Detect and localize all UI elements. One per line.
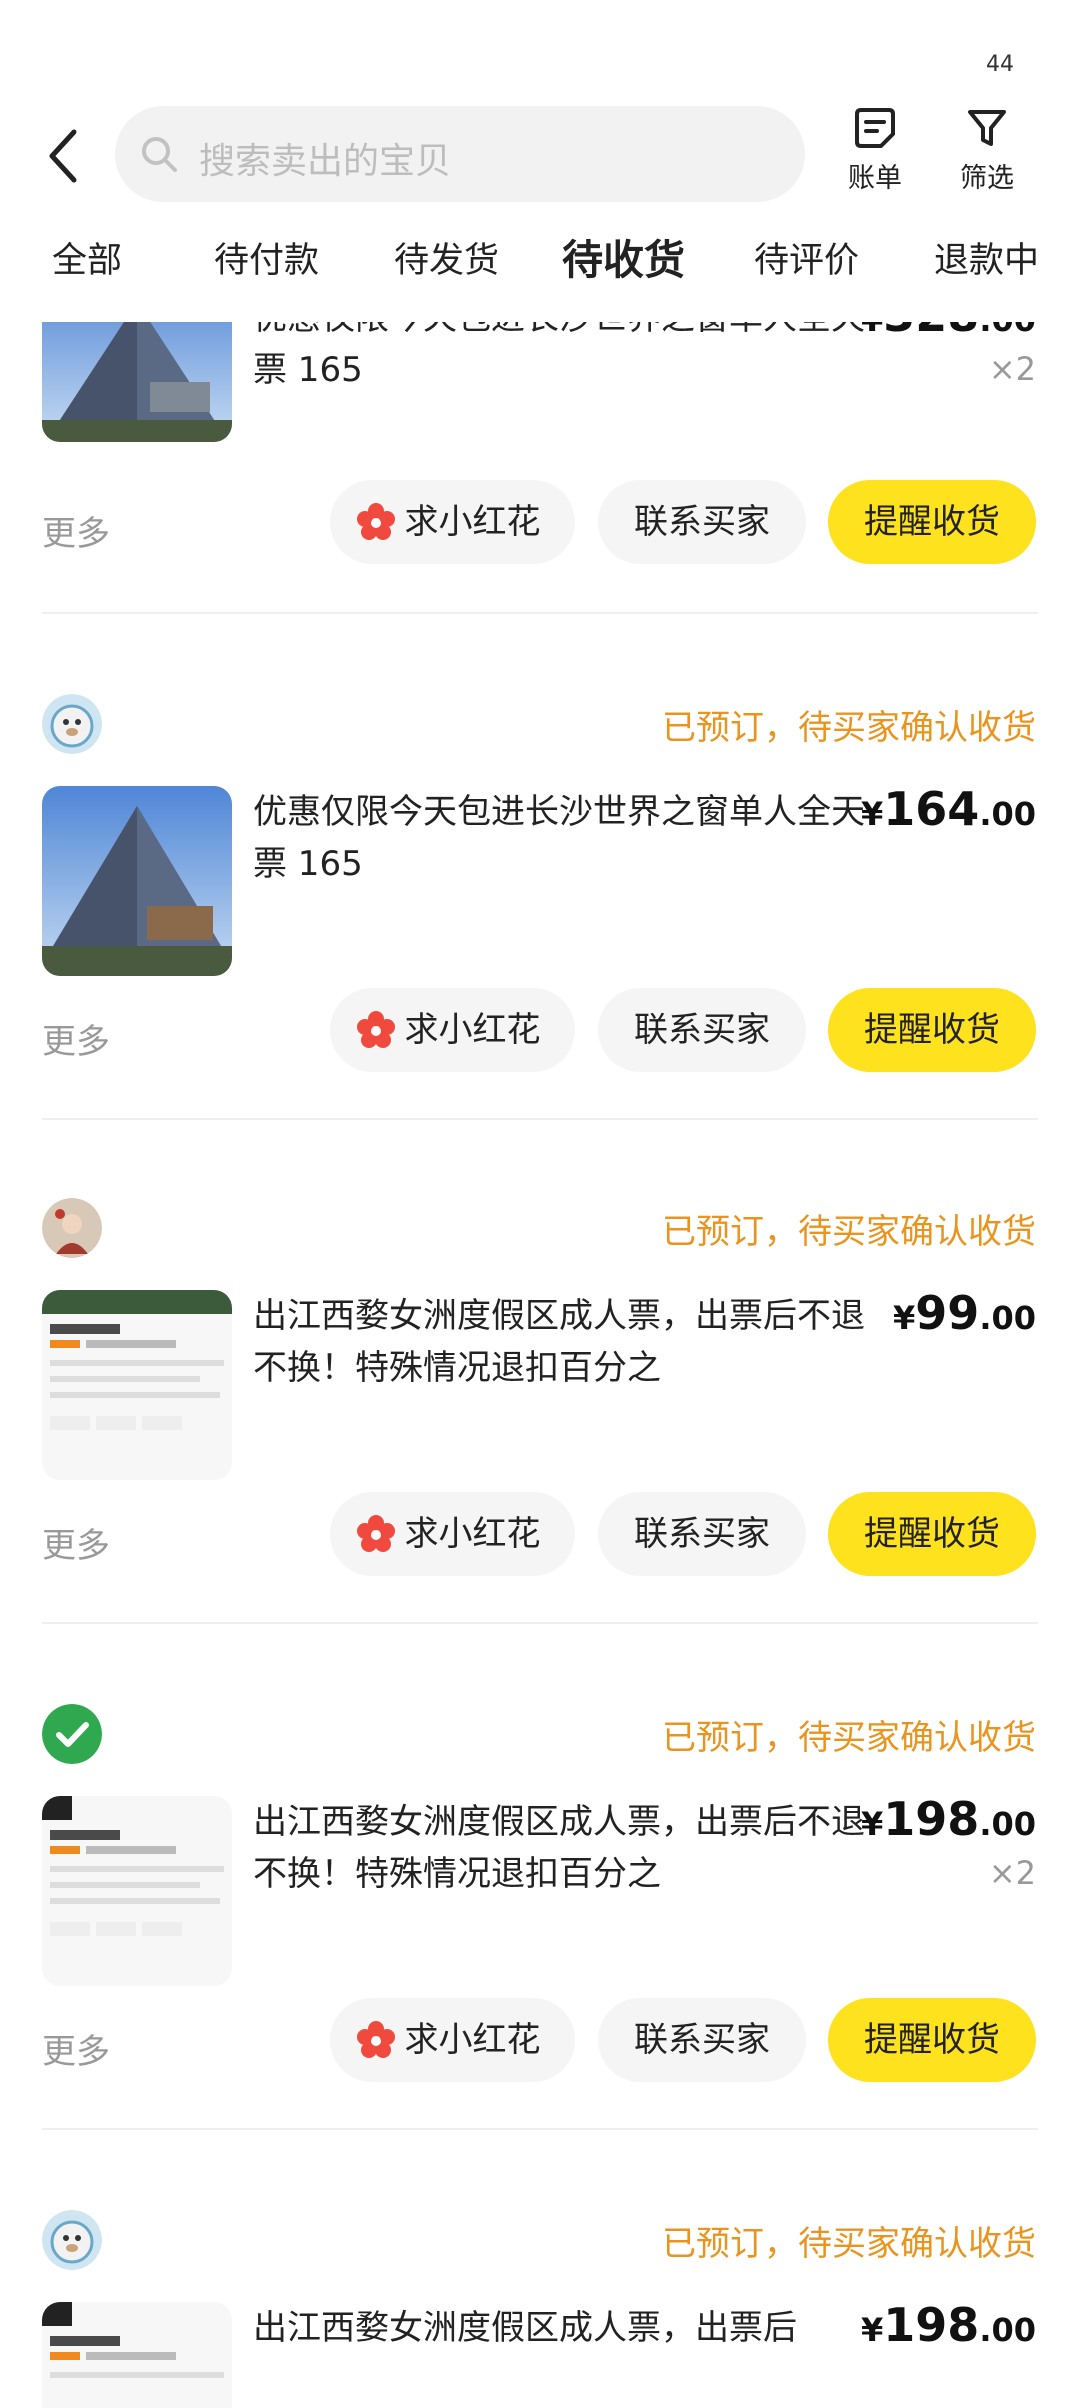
product-thumbnail[interactable] xyxy=(42,786,232,976)
contact-buyer-button[interactable]: 联系买家 xyxy=(598,1998,806,2082)
price-currency: ¥ xyxy=(861,322,883,339)
order-status: 已预订，待买家确认收货 xyxy=(662,1212,1036,1252)
ask-flower-button[interactable]: 求小红花 xyxy=(330,988,575,1072)
order-list: 优惠仅限今天包进长沙世界之窗单人全天票 165 ¥328.00 ×2 更多 求小… xyxy=(0,322,1080,2408)
buyer-avatar[interactable] xyxy=(42,1704,102,1764)
product-price: ¥164.00 xyxy=(861,782,1036,836)
more-link[interactable]: 更多 xyxy=(42,1014,110,1063)
product-thumbnail[interactable] xyxy=(42,2302,232,2408)
product-price: ¥198.00 xyxy=(861,1792,1036,1846)
buyer-avatar[interactable] xyxy=(42,694,102,754)
product-price: ¥198.00 xyxy=(861,2298,1036,2352)
buyer-avatar[interactable] xyxy=(42,1198,102,1258)
tab-refunding[interactable]: 退款中 xyxy=(934,232,1039,283)
product-price: ¥328.00 xyxy=(861,322,1036,342)
ask-flower-label: 求小红花 xyxy=(404,1514,541,1554)
product-thumbnail[interactable] xyxy=(42,1290,232,1480)
remind-receipt-button[interactable]: 提醒收货 xyxy=(828,480,1036,564)
price-integer: 198 xyxy=(883,2298,980,2352)
bill-icon xyxy=(855,108,895,148)
product-title[interactable]: 优惠仅限今天包进长沙世界之窗单人全天票 165 xyxy=(253,786,893,890)
back-arrow-icon[interactable] xyxy=(44,126,84,186)
price-currency: ¥ xyxy=(861,1805,884,1843)
search-placeholder: 搜索卖出的宝贝 xyxy=(199,141,452,182)
order-status: 已预订，待买家确认收货 xyxy=(662,2224,1036,2264)
tab-pending-payment[interactable]: 待付款 xyxy=(214,232,319,283)
product-quantity: ×2 xyxy=(988,1854,1036,1892)
product-thumbnail[interactable] xyxy=(42,1796,232,1986)
tab-pending-receipt[interactable]: 待收货 xyxy=(558,226,689,286)
price-currency: ¥ xyxy=(893,1299,916,1337)
bill-label: 账单 xyxy=(848,163,902,194)
product-thumbnail[interactable] xyxy=(42,322,232,442)
ask-flower-button[interactable]: 求小红花 xyxy=(330,1492,575,1576)
product-title[interactable]: 出江西婺女洲度假区成人票，出票后不退不换！特殊情况退扣百分之 xyxy=(253,1796,893,1900)
price-decimal: .00 xyxy=(979,322,1036,339)
bill-button[interactable]: 账单 xyxy=(830,106,920,195)
price-decimal: .00 xyxy=(979,2311,1036,2349)
flower-icon xyxy=(357,2021,395,2058)
divider xyxy=(42,612,1038,614)
search-icon xyxy=(142,137,177,172)
tab-pending-review[interactable]: 待评价 xyxy=(754,232,859,283)
ask-flower-label: 求小红花 xyxy=(404,2020,541,2060)
order-status: 已预订，待买家确认收货 xyxy=(662,1718,1036,1758)
divider xyxy=(42,2128,1038,2130)
price-currency: ¥ xyxy=(861,2311,884,2349)
more-link[interactable]: 更多 xyxy=(42,1518,110,1567)
divider xyxy=(42,1118,1038,1120)
tab-all[interactable]: 全部 xyxy=(52,232,122,283)
flower-icon xyxy=(357,1515,395,1552)
product-quantity: ×2 xyxy=(988,350,1036,388)
flower-icon xyxy=(357,1011,395,1048)
order-card[interactable]: 已预订，待买家确认收货 出江西婺女洲度假区成人票，出票后不退不换！特殊情况退扣百… xyxy=(0,1198,1080,1688)
order-tabs: 全部 待付款 待发货 待收货 待评价 退款中 xyxy=(0,232,1080,302)
ask-flower-label: 求小红花 xyxy=(404,1010,541,1050)
product-price: ¥99.00 xyxy=(893,1286,1036,1340)
price-integer: 99 xyxy=(915,1286,980,1340)
product-title[interactable]: 出江西婺女洲度假区成人票，出票后 xyxy=(253,2302,893,2354)
price-decimal: .00 xyxy=(979,1805,1036,1843)
remind-receipt-button[interactable]: 提醒收货 xyxy=(828,1492,1036,1576)
order-status: 已预订，待买家确认收货 xyxy=(662,708,1036,748)
contact-buyer-button[interactable]: 联系买家 xyxy=(598,1492,806,1576)
order-card[interactable]: 已预订，待买家确认收货 优惠仅限今天包进长沙世界之窗单人全天票 165 ¥164… xyxy=(0,694,1080,1184)
divider xyxy=(42,1622,1038,1624)
ask-flower-button[interactable]: 求小红花 xyxy=(330,1998,575,2082)
filter-button[interactable]: 筛选 xyxy=(942,106,1032,195)
product-title[interactable]: 出江西婺女洲度假区成人票，出票后不退不换！特殊情况退扣百分之 xyxy=(253,1290,873,1394)
contact-buyer-button[interactable]: 联系买家 xyxy=(598,480,806,564)
buyer-avatar[interactable] xyxy=(42,2210,102,2270)
tab-pending-shipment[interactable]: 待发货 xyxy=(394,232,499,283)
order-card[interactable]: 已预订，待买家确认收货 出江西婺女洲度假区成人票，出票后不退不换！特殊情况退扣百… xyxy=(0,1704,1080,2194)
price-integer: 198 xyxy=(883,1792,980,1846)
remind-receipt-button[interactable]: 提醒收货 xyxy=(828,988,1036,1072)
price-integer: 328 xyxy=(883,322,979,342)
order-card[interactable]: 已预订，待买家确认收货 出江西婺女洲度假区成人票，出票后 ¥198.00 xyxy=(0,2210,1080,2408)
more-link[interactable]: 更多 xyxy=(42,2024,110,2073)
price-decimal: .00 xyxy=(979,1299,1036,1337)
search-input[interactable]: 搜索卖出的宝贝 xyxy=(115,106,805,202)
flower-icon xyxy=(357,503,395,540)
ask-flower-label: 求小红花 xyxy=(404,502,541,542)
price-decimal: .00 xyxy=(979,795,1036,833)
more-link[interactable]: 更多 xyxy=(42,506,110,555)
remind-receipt-button[interactable]: 提醒收货 xyxy=(828,1998,1036,2082)
status-bar-text: 44 xyxy=(986,52,1014,77)
header: 搜索卖出的宝贝 账单 筛选 xyxy=(0,100,1080,210)
ask-flower-button[interactable]: 求小红花 xyxy=(330,480,575,564)
price-currency: ¥ xyxy=(861,795,884,833)
tab-pending-receipt-label: 待收货 xyxy=(562,236,685,284)
contact-buyer-button[interactable]: 联系买家 xyxy=(598,988,806,1072)
filter-icon xyxy=(968,110,1006,146)
filter-label: 筛选 xyxy=(960,163,1014,194)
product-title[interactable]: 优惠仅限今天包进长沙世界之窗单人全天票 165 xyxy=(253,322,893,396)
price-integer: 164 xyxy=(883,782,980,836)
